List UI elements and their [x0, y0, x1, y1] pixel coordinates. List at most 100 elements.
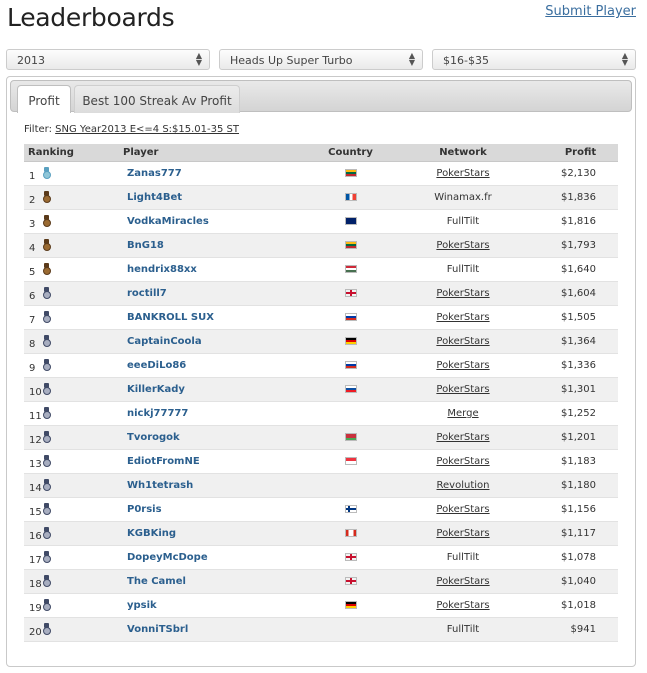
profit-cell: $1,201 — [543, 425, 618, 450]
network-link[interactable]: PokerStars — [436, 456, 489, 467]
column-header-country[interactable]: Country — [318, 144, 383, 162]
player-cell: hendrix88xx — [123, 257, 318, 282]
player-link[interactable]: P0rsis — [123, 504, 162, 515]
table-header-row: Ranking Player Country Network Profit — [24, 144, 618, 162]
player-cell: CaptainCoola — [123, 329, 318, 354]
player-link[interactable]: KillerKady — [123, 384, 185, 395]
tab-profit[interactable]: Profit — [17, 85, 71, 113]
network-cell: PokerStars — [383, 521, 543, 546]
profit-cell: $1,252 — [543, 401, 618, 426]
rank-cell: 6 — [24, 281, 123, 306]
network-link[interactable]: PokerStars — [436, 432, 489, 443]
medal-gold-icon — [43, 166, 51, 179]
network-link[interactable]: Merge — [447, 408, 478, 419]
rank-number: 16 — [29, 530, 42, 542]
player-link[interactable]: BnG18 — [123, 240, 164, 251]
player-cell: EdiotFromNE — [123, 449, 318, 474]
column-header-profit[interactable]: Profit — [543, 144, 618, 162]
rank-number: 11 — [29, 410, 42, 422]
player-cell: roctill7 — [123, 281, 318, 306]
player-link[interactable]: VonniTSbrl — [123, 624, 188, 635]
player-cell: Zanas777 — [123, 161, 318, 186]
player-cell: BnG18 — [123, 233, 318, 258]
network-link[interactable]: PokerStars — [436, 528, 489, 539]
game-type-select[interactable]: Heads Up Super Turbo ▲ ▼ — [219, 49, 423, 70]
player-link[interactable]: eeeDiLo86 — [123, 360, 186, 371]
stakes-select[interactable]: $16-$35 ▲ ▼ — [432, 49, 636, 70]
player-cell: Light4Bet — [123, 185, 318, 210]
player-link[interactable]: KGBKing — [123, 528, 176, 539]
country-cell — [318, 497, 383, 522]
player-cell: eeeDiLo86 — [123, 353, 318, 378]
network-link[interactable]: PokerStars — [436, 384, 489, 395]
medal-silver-icon — [43, 358, 51, 371]
player-link[interactable]: nickj77777 — [123, 408, 188, 419]
network-cell: PokerStars — [383, 329, 543, 354]
player-link[interactable]: BANKROLL SUX — [123, 312, 214, 323]
player-link[interactable]: Wh1tetrash — [123, 480, 193, 491]
player-link[interactable]: EdiotFromNE — [123, 456, 200, 467]
medal-silver-icon — [43, 310, 51, 323]
country-cell — [318, 305, 383, 330]
flag-finland-icon — [344, 505, 357, 513]
table-row: 14 Wh1tetrash Revolution $1,180 — [24, 473, 618, 498]
rank-number: 13 — [29, 458, 42, 470]
rank-number: 15 — [29, 506, 42, 518]
network-cell: PokerStars — [383, 305, 543, 330]
table-row: 16 KGBKing PokerStars $1,117 — [24, 521, 618, 546]
network-cell: FullTilt — [383, 257, 543, 282]
network-link[interactable]: PokerStars — [436, 336, 489, 347]
column-header-network[interactable]: Network — [383, 144, 543, 162]
player-link[interactable]: roctill7 — [123, 288, 167, 299]
network-cell: PokerStars — [383, 425, 543, 450]
player-link[interactable]: CaptainCoola — [123, 336, 202, 347]
player-link[interactable]: Light4Bet — [123, 192, 182, 203]
player-link[interactable]: hendrix88xx — [123, 264, 197, 275]
filter-selects: 2013 ▲ ▼ Heads Up Super Turbo ▲ ▼ $16-$35 … — [6, 49, 637, 71]
network-link[interactable]: PokerStars — [436, 576, 489, 587]
rank-cell: 1 — [24, 161, 123, 186]
network-link[interactable]: PokerStars — [436, 360, 489, 371]
flag-uk-icon — [344, 577, 357, 585]
network-link[interactable]: PokerStars — [436, 504, 489, 515]
network-link[interactable]: PokerStars — [436, 240, 489, 251]
medal-silver-icon — [43, 286, 51, 299]
profit-cell: $1,040 — [543, 569, 618, 594]
player-link[interactable]: Tvorogok — [123, 432, 180, 443]
filter-line: Filter: SNG Year2013 E<=4 S:$15.01-35 ST — [24, 124, 239, 135]
network-link[interactable]: Revolution — [437, 480, 490, 491]
player-link[interactable]: ypsik — [123, 600, 157, 611]
rank-number: 12 — [29, 434, 42, 446]
medal-bronze-icon — [43, 214, 51, 227]
table-row: 4 BnG18 PokerStars $1,793 — [24, 233, 618, 258]
rank-cell: 11 — [24, 401, 123, 426]
column-header-ranking[interactable]: Ranking — [24, 144, 123, 162]
player-link[interactable]: The Camel — [123, 576, 186, 587]
medal-silver-icon — [43, 334, 51, 347]
tab-best-100-streak[interactable]: Best 100 Streak Av Profit — [74, 85, 240, 113]
network-link[interactable]: PokerStars — [436, 288, 489, 299]
leaderboard-panel: Profit Best 100 Streak Av Profit Filter:… — [6, 76, 636, 667]
filter-value-link[interactable]: SNG Year2013 E<=4 S:$15.01-35 ST — [55, 124, 239, 135]
network-link[interactable]: PokerStars — [436, 312, 489, 323]
network-link[interactable]: PokerStars — [436, 168, 489, 179]
player-link[interactable]: VodkaMiracles — [123, 216, 209, 227]
flag-russia-icon — [344, 361, 357, 369]
rank-number: 19 — [29, 602, 42, 614]
column-header-player[interactable]: Player — [123, 144, 318, 162]
profit-cell: $1,180 — [543, 473, 618, 498]
network-link[interactable]: PokerStars — [436, 600, 489, 611]
medal-silver-icon — [43, 478, 51, 491]
network-label: FullTilt — [446, 552, 480, 563]
player-link[interactable]: Zanas777 — [123, 168, 182, 179]
game-type-select-value: Heads Up Super Turbo — [230, 54, 353, 67]
rank-number: 17 — [29, 554, 42, 566]
rank-cell: 10 — [24, 377, 123, 402]
profit-cell: $1,505 — [543, 305, 618, 330]
rank-cell: 18 — [24, 569, 123, 594]
player-link[interactable]: DopeyMcDope — [123, 552, 208, 563]
year-select[interactable]: 2013 ▲ ▼ — [6, 49, 210, 70]
submit-player-link[interactable]: Submit Player — [545, 4, 636, 19]
country-cell — [318, 377, 383, 402]
network-label: FullTilt — [446, 624, 480, 635]
